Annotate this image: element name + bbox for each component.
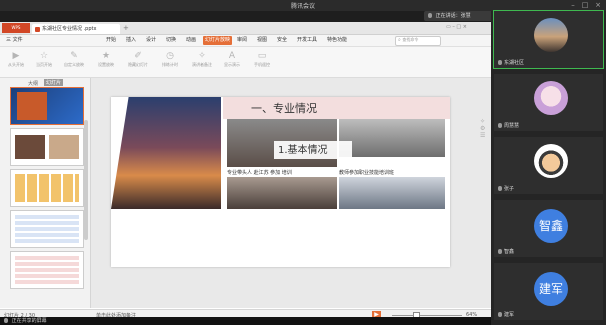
- menu-home[interactable]: 开始: [104, 36, 118, 45]
- slide-heading: 一、专业情况: [251, 102, 317, 115]
- participant-name-row: 智鑫: [498, 248, 514, 255]
- group-photo: [339, 119, 445, 157]
- participant-name-row: 东湖社区: [498, 59, 524, 66]
- window-controls[interactable]: ▭ – □ ×: [446, 24, 486, 32]
- outline-tab[interactable]: 大纲: [28, 80, 38, 87]
- participant-tile[interactable]: 周慧慧: [494, 74, 603, 131]
- maximize-icon[interactable]: □: [581, 1, 589, 9]
- training-photo: [339, 177, 445, 209]
- mic-icon[interactable]: [4, 318, 8, 323]
- command-search[interactable]: ⌕ 查找命令: [395, 36, 441, 46]
- menu-slideshow[interactable]: 幻灯片放映: [203, 36, 233, 45]
- menu-bar: 三 文件 开始 插入 设计 切换 动画 幻灯片放映 审阅 视图 安全 开发工具 …: [0, 35, 491, 47]
- mic-icon: [498, 249, 502, 254]
- participant-tile[interactable]: 东湖社区: [493, 10, 604, 69]
- participant-tile[interactable]: 建军 建军: [494, 263, 603, 320]
- avatar: [534, 144, 568, 178]
- wps-logo: WPS: [2, 23, 30, 33]
- command-search-placeholder: 查找命令: [402, 37, 419, 42]
- slides-tab[interactable]: 幻灯片: [44, 79, 64, 86]
- photo-caption-right: 教师参加职业技能培训班: [339, 170, 395, 176]
- pen-icon: ✎: [70, 51, 78, 61]
- slide-canvas[interactable]: 一、专业情况 1.基本情况 专业带头人 赴江苏 参加 培训 教师参加职业技能培训…: [111, 97, 450, 267]
- speaking-label: 正在讲话：张慧: [435, 13, 471, 19]
- city-sunset-photo: [111, 97, 221, 209]
- custom-show-button[interactable]: ✎ 自定义放映: [64, 50, 84, 68]
- document-tab-label: 东湖社区专业情况 .pptx: [42, 26, 97, 32]
- notes-icon: ✧: [198, 51, 206, 61]
- play-current-button[interactable]: ☆ 当页开始: [34, 50, 54, 68]
- thumbnail-scrollbar[interactable]: [84, 120, 88, 240]
- setup-show-button[interactable]: ★ 设置放映: [96, 50, 116, 68]
- training-photo: [227, 177, 337, 209]
- participant-tile[interactable]: 智鑫 智鑫: [494, 200, 603, 257]
- menu-features[interactable]: 特色功能: [325, 36, 349, 45]
- menu-review[interactable]: 审阅: [235, 36, 249, 45]
- avatar: 智鑫: [534, 209, 568, 243]
- avatar: 建军: [534, 272, 568, 306]
- mic-icon: [498, 312, 502, 317]
- hide-slide-button[interactable]: ✐ 隐藏幻灯片: [128, 50, 148, 68]
- slide-thumbnail[interactable]: [10, 128, 84, 166]
- menu-security[interactable]: 安全: [275, 36, 289, 45]
- minimize-icon[interactable]: –: [569, 1, 577, 9]
- participant-list: 东湖社区 周慧慧 张子 智鑫 智鑫 建军 建军: [491, 10, 606, 325]
- star-icon: ☆: [39, 51, 49, 61]
- star-icon: ★: [101, 51, 111, 61]
- slide-thumbnail[interactable]: [10, 251, 84, 289]
- new-tab-icon[interactable]: +: [123, 24, 131, 32]
- sharing-label: 正在共享的屏幕: [11, 318, 47, 324]
- avatar: [534, 18, 568, 52]
- monitor-icon: ▭: [257, 51, 267, 61]
- participant-name-row: 张子: [498, 185, 514, 192]
- participant-name-row: 建军: [498, 311, 514, 318]
- document-tab[interactable]: 东湖社区专业情况 .pptx: [32, 24, 120, 34]
- menu-insert[interactable]: 插入: [124, 36, 138, 45]
- search-icon: ⌕: [398, 37, 401, 43]
- ribbon-toolbar: ▶ 从头开始 ☆ 当页开始 ✎ 自定义放映 ★ 设置放映 ✐ 隐藏幻灯片 ◷ 排练计时 ✧ 演…: [0, 47, 491, 78]
- menu-developer[interactable]: 开发工具: [295, 36, 319, 45]
- close-icon[interactable]: ×: [594, 1, 602, 9]
- menu-design[interactable]: 设计: [144, 36, 158, 45]
- participant-tile[interactable]: 张子: [494, 137, 603, 194]
- menu-transitions[interactable]: 切换: [164, 36, 178, 45]
- display-button[interactable]: A 显示演示: [222, 50, 242, 68]
- slide-thumbnail[interactable]: [10, 169, 84, 207]
- participant-name-row: 周慧慧: [498, 122, 519, 129]
- slide-thumbnail[interactable]: [10, 87, 84, 125]
- slide-thumbnail[interactable]: [10, 210, 84, 248]
- zoom-slider[interactable]: [392, 315, 462, 316]
- play-icon: ▶: [12, 51, 20, 61]
- mic-icon: [498, 123, 502, 128]
- photo-caption-left: 专业带头人 赴江苏 参加 培训: [227, 170, 292, 176]
- timer-icon: ◷: [166, 51, 174, 61]
- pptx-file-icon: [35, 27, 40, 32]
- mic-icon: [498, 60, 502, 65]
- document-tab-bar: WPS 东湖社区专业情况 .pptx + ▭ – □ ×: [0, 22, 491, 35]
- shared-screen: WPS 东湖社区专业情况 .pptx + ▭ – □ × 三 文件 开始 插入 …: [0, 22, 491, 321]
- text-icon: A: [228, 51, 236, 61]
- subheading-box: 1.基本情况: [274, 141, 352, 159]
- slide-thumbnail-pane: 大纲 幻灯片: [0, 78, 91, 308]
- avatar: [534, 81, 568, 115]
- menu-file[interactable]: 三 文件: [4, 36, 25, 45]
- play-from-start-button[interactable]: ▶ 从头开始: [6, 50, 26, 68]
- menu-view[interactable]: 视图: [255, 36, 269, 45]
- meeting-bottom-bar: 正在共享的屏幕: [0, 317, 491, 325]
- mic-icon: [498, 186, 502, 191]
- window-title: 腾讯会议: [290, 3, 315, 10]
- speaker-notes-button[interactable]: ✧ 演讲者备注: [192, 50, 212, 68]
- right-side-tools[interactable]: ✧ ⚙ ☰: [480, 118, 488, 178]
- rehearse-button[interactable]: ◷ 排练计时: [160, 50, 180, 68]
- slide-subheading: 1.基本情况: [278, 145, 328, 156]
- menu-animation[interactable]: 动画: [184, 36, 198, 45]
- mic-icon: [428, 13, 432, 18]
- remote-button[interactable]: ▭ 手机遥控: [252, 50, 272, 68]
- window-title-bar: 腾讯会议 – □ ×: [0, 0, 606, 11]
- brush-icon: ✐: [134, 51, 142, 61]
